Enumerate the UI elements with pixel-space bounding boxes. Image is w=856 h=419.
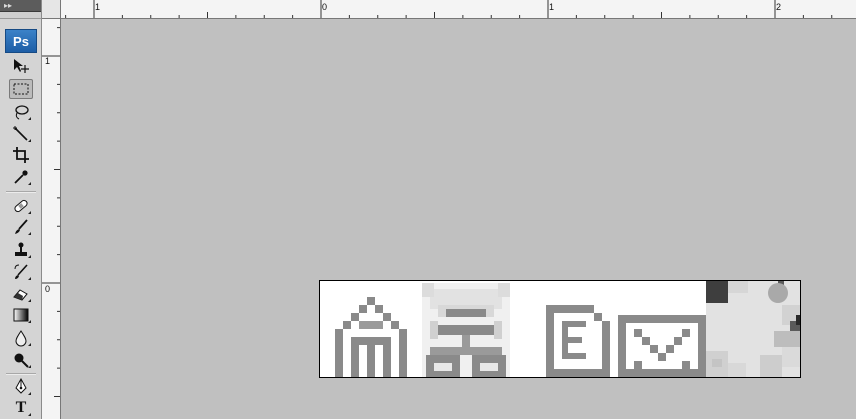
- tools-panel-grip[interactable]: [0, 12, 41, 19]
- horizontal-ruler[interactable]: 1 0 1 2: [61, 0, 856, 19]
- healing-brush-tool[interactable]: [9, 196, 33, 216]
- ruler-label: 2: [776, 2, 782, 12]
- ruler-label: 0: [45, 284, 51, 294]
- blur-tool[interactable]: [9, 328, 33, 348]
- move-tool[interactable]: [9, 56, 33, 76]
- document-canvas[interactable]: [319, 280, 801, 378]
- type-tool[interactable]: T: [9, 398, 33, 418]
- history-brush-tool[interactable]: [9, 262, 33, 282]
- ruler-label: 1: [45, 56, 51, 66]
- home-icon: [335, 297, 407, 377]
- crop-tool[interactable]: [9, 145, 33, 165]
- pen-tool[interactable]: [9, 377, 33, 397]
- horizontal-ruler-ticks: [65, 0, 833, 18]
- vertical-ruler[interactable]: 1 0: [42, 19, 61, 419]
- eraser-tool[interactable]: [9, 284, 33, 304]
- type-icon: T: [15, 399, 27, 416]
- marquee-icon: [13, 83, 29, 95]
- blurred-patch: [706, 281, 800, 377]
- move-icon: [14, 59, 29, 73]
- document-image: [335, 281, 800, 377]
- eyedropper-tool[interactable]: [9, 167, 33, 187]
- crop-icon: [13, 147, 29, 163]
- dodge-tool[interactable]: [9, 350, 33, 370]
- tools-panel: ▸▸ Ps T: [0, 0, 42, 419]
- ruler-label: 1: [549, 2, 555, 12]
- mail-icon: [618, 315, 706, 377]
- ruler-label: 0: [322, 2, 328, 12]
- ruler-origin[interactable]: [42, 0, 61, 19]
- tools-divider: [6, 191, 36, 193]
- vertical-ruler-ticks: [42, 27, 60, 397]
- rectangular-marquee-tool[interactable]: [9, 79, 33, 99]
- document-e-icon: [546, 305, 610, 377]
- tools-divider: [6, 373, 36, 375]
- lasso-tool[interactable]: [9, 102, 33, 122]
- magic-wand-tool[interactable]: [9, 124, 33, 144]
- clone-stamp-tool[interactable]: [9, 240, 33, 260]
- tools-panel-collapse[interactable]: ▸▸: [0, 0, 41, 12]
- sitemap-icon: [422, 283, 510, 377]
- brush-tool[interactable]: [9, 217, 33, 237]
- gradient-tool[interactable]: [9, 305, 33, 325]
- photoshop-logo[interactable]: Ps: [5, 29, 37, 53]
- ruler-label: 1: [95, 2, 101, 12]
